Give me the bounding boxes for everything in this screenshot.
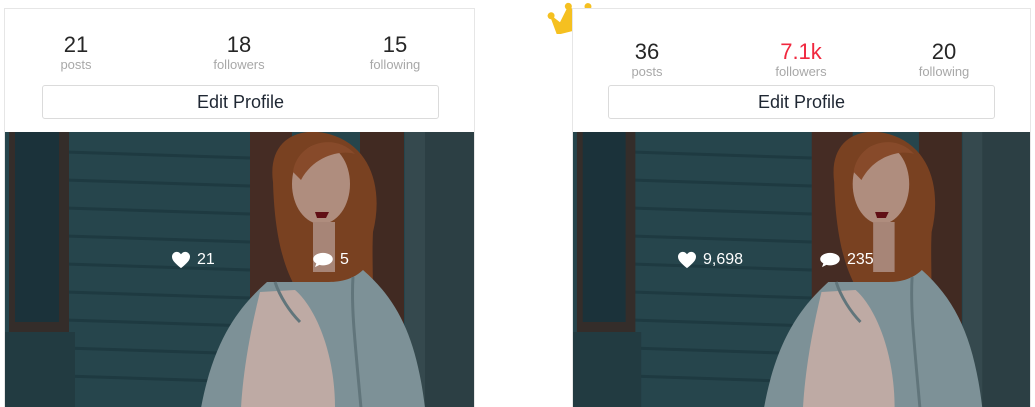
followers-label: followers bbox=[775, 64, 827, 79]
photo-image bbox=[5, 132, 474, 407]
followers-count-highlight: 7.1k bbox=[780, 39, 822, 64]
followers-label: followers bbox=[213, 57, 265, 72]
following-label: following bbox=[918, 64, 970, 79]
posts-stat[interactable]: 21 posts bbox=[16, 32, 136, 73]
photo-image bbox=[573, 132, 1030, 407]
profile-card-right: 36 posts 7.1k followers 20 following Edi… bbox=[572, 8, 1031, 407]
comments-count: 5 bbox=[312, 248, 349, 272]
likes-value: 9,698 bbox=[703, 251, 744, 268]
comments-count: 235 bbox=[819, 248, 874, 272]
speech-bubble-icon bbox=[313, 252, 333, 268]
posts-count: 36 bbox=[634, 39, 660, 64]
likes-count: 21 bbox=[171, 248, 215, 272]
profile-photo[interactable]: 21 5 bbox=[5, 132, 474, 407]
heart-icon bbox=[172, 251, 190, 269]
posts-label: posts bbox=[60, 57, 92, 72]
speech-bubble-icon bbox=[820, 252, 840, 268]
likes-value: 21 bbox=[197, 251, 215, 268]
comments-value: 235 bbox=[847, 251, 874, 268]
following-count: 20 bbox=[931, 39, 957, 64]
likes-count: 9,698 bbox=[677, 248, 743, 272]
following-label: following bbox=[369, 57, 421, 72]
heart-icon bbox=[678, 251, 696, 269]
edit-profile-button[interactable]: Edit Profile bbox=[42, 85, 439, 119]
profile-card-left: 21 posts 18 followers 15 following Edit … bbox=[4, 8, 475, 407]
following-stat[interactable]: 20 following bbox=[884, 39, 1004, 80]
edit-profile-button[interactable]: Edit Profile bbox=[608, 85, 995, 119]
followers-stat[interactable]: 7.1k followers bbox=[741, 39, 861, 80]
posts-count: 21 bbox=[63, 32, 89, 57]
followers-count: 18 bbox=[226, 32, 252, 57]
following-count: 15 bbox=[382, 32, 408, 57]
following-stat[interactable]: 15 following bbox=[335, 32, 455, 73]
comments-value: 5 bbox=[340, 251, 349, 268]
posts-stat[interactable]: 36 posts bbox=[587, 39, 707, 80]
profile-photo[interactable]: 9,698 235 bbox=[573, 132, 1030, 407]
followers-stat[interactable]: 18 followers bbox=[179, 32, 299, 73]
posts-label: posts bbox=[631, 64, 663, 79]
